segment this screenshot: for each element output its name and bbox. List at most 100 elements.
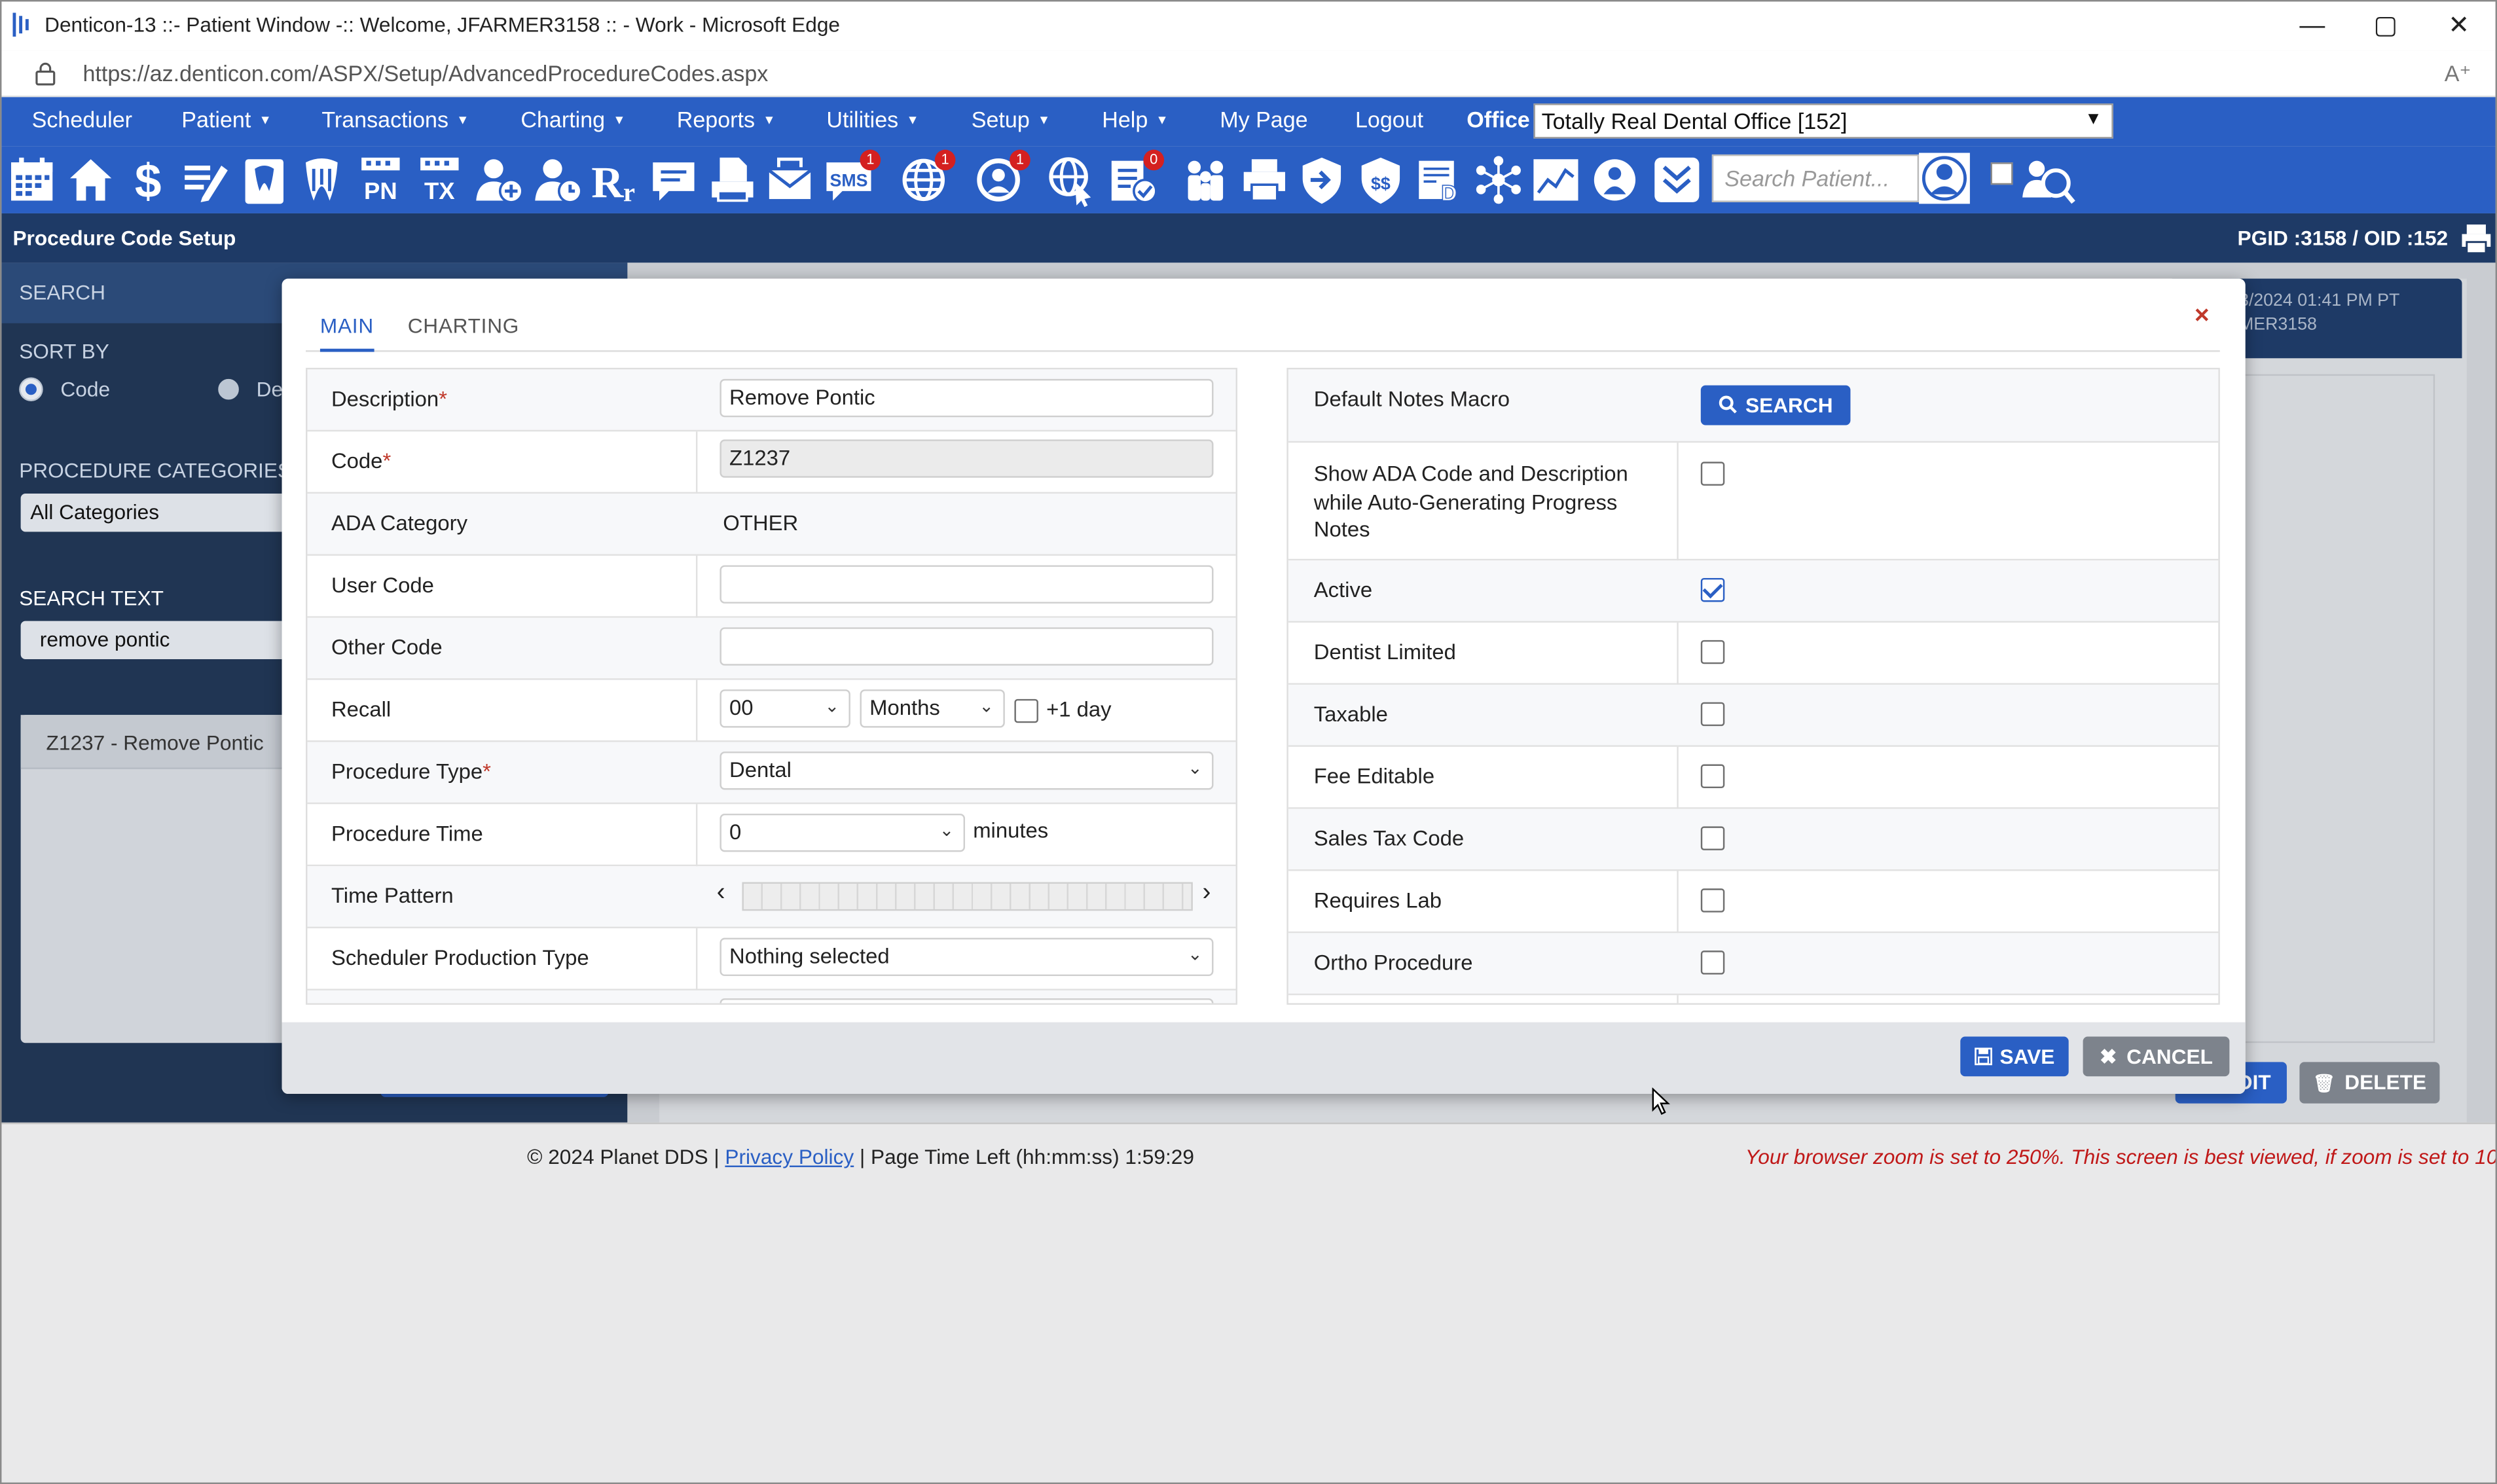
expand-icon[interactable]: [1651, 153, 1702, 208]
dollar-icon[interactable]: $: [122, 153, 173, 208]
globe-cursor-icon[interactable]: [1046, 153, 1097, 208]
sort-description-radio[interactable]: [218, 378, 239, 400]
close-icon[interactable]: ✕: [2422, 8, 2496, 46]
save-button[interactable]: SAVE: [1960, 1036, 2069, 1077]
tooth-chart-icon[interactable]: [239, 153, 290, 208]
show-ada-checkbox[interactable]: [1700, 461, 1725, 486]
ortho-procedure-checkbox[interactable]: [1700, 950, 1725, 975]
row-ada-category: ADA Category OTHER: [307, 494, 1236, 556]
patient-clock-icon[interactable]: [532, 153, 583, 208]
toolbar-checkbox[interactable]: [1990, 162, 2013, 185]
patient-search-icon[interactable]: [1919, 153, 1970, 204]
procedure-categories-select[interactable]: All Categories: [20, 494, 308, 532]
list-item[interactable]: Z1237 - Remove Pontic: [20, 715, 308, 769]
minimize-icon[interactable]: —: [2276, 8, 2349, 46]
cancel-button[interactable]: ✖ CANCEL: [2083, 1036, 2230, 1077]
row-sales-tax-code: Sales Tax Code: [1288, 808, 2219, 871]
url-text[interactable]: https://az.denticon.com/ASPX/Setup/Advan…: [82, 60, 768, 86]
menu-utilities[interactable]: Utilities ▼: [826, 107, 919, 132]
recall-unit-select[interactable]: Months ⌄: [860, 689, 1005, 728]
window-title: Denticon-13 ::- Patient Window -:: Welco…: [45, 12, 841, 37]
requires-lab-checkbox[interactable]: [1700, 888, 1725, 913]
other-code-label: Other Code: [331, 635, 443, 660]
office-select[interactable]: Totally Real Dental Office [152] ▼: [1533, 103, 2113, 139]
user-group-icon[interactable]: [1590, 153, 1641, 208]
sort-code-radio[interactable]: [20, 378, 42, 400]
recall-icon[interactable]: 1: [973, 149, 1030, 208]
procedure-time-select[interactable]: 0 ⌄: [720, 813, 966, 852]
tab-main[interactable]: MAIN: [319, 314, 374, 352]
chart-line-icon[interactable]: [1531, 153, 1582, 208]
modal-close-icon[interactable]: ×: [2195, 302, 2210, 331]
rx-icon[interactable]: Rᵣ: [589, 153, 640, 208]
menu-help[interactable]: Help ▼: [1102, 107, 1168, 132]
menu-transactions[interactable]: Transactions ▼: [321, 107, 469, 132]
network-icon[interactable]: [1473, 153, 1524, 208]
fee-editable-checkbox[interactable]: [1700, 764, 1725, 789]
menu-scheduler[interactable]: Scheduler: [32, 107, 132, 132]
caret-down-icon: ▼: [456, 113, 469, 128]
maximize-icon[interactable]: ▢: [2349, 8, 2422, 46]
dentist-limited-checkbox[interactable]: [1700, 640, 1725, 664]
print-icon[interactable]: [2459, 221, 2494, 264]
read-aloud-icon[interactable]: A⁺: [2445, 60, 2471, 87]
tab-charting[interactable]: CHARTING: [408, 314, 519, 337]
notes-macro-search-button[interactable]: SEARCH: [1700, 385, 1851, 425]
chevron-right-icon[interactable]: ›: [1202, 879, 1211, 908]
menu-my-page[interactable]: My Page: [1220, 107, 1307, 132]
recall-plus-day-checkbox[interactable]: [1014, 698, 1038, 723]
page-title: Procedure Code Setup: [12, 226, 236, 250]
ada-category-value: OTHER: [723, 511, 799, 535]
calendar-icon[interactable]: [7, 153, 58, 208]
home-icon[interactable]: [65, 153, 117, 208]
family-icon[interactable]: [1180, 153, 1231, 208]
address-bar[interactable]: https://az.denticon.com/ASPX/Setup/Advan…: [1, 50, 2496, 98]
sms-icon[interactable]: SMS 1: [824, 149, 881, 208]
tx-icon[interactable]: TX: [414, 153, 465, 208]
active-checkbox[interactable]: [1700, 577, 1725, 602]
user-code-label: User Code: [331, 573, 434, 598]
caret-down-icon: ▼: [763, 113, 776, 128]
chat-icon[interactable]: [648, 153, 699, 208]
other-code-input[interactable]: [720, 627, 1214, 666]
privacy-policy-link[interactable]: Privacy Policy: [725, 1145, 854, 1168]
insurance-icon[interactable]: $$: [1355, 153, 1406, 208]
taxable-checkbox[interactable]: [1700, 702, 1725, 727]
procedure-type-select[interactable]: Dental ⌄: [720, 751, 1214, 790]
result-item-label: Z1237 - Remove Pontic: [46, 731, 264, 755]
search-icon: [1719, 395, 1737, 414]
user-code-input[interactable]: [720, 565, 1214, 604]
scheduler-production-type-select[interactable]: Nothing selected ⌄: [720, 937, 1214, 977]
web-icon[interactable]: 1: [898, 149, 956, 208]
sales-tax-code-checkbox[interactable]: [1700, 826, 1725, 850]
shield-arrow-icon[interactable]: [1296, 153, 1347, 208]
menu-setup[interactable]: Setup ▼: [972, 107, 1050, 132]
time-pattern-label: Time Pattern: [331, 883, 454, 908]
chevron-left-icon[interactable]: ‹: [717, 879, 725, 908]
menu-patient[interactable]: Patient ▼: [181, 107, 271, 132]
printer-icon[interactable]: [1239, 153, 1290, 208]
menu-charting[interactable]: Charting ▼: [520, 107, 625, 132]
tooth-icon[interactable]: [296, 153, 347, 208]
description-input[interactable]: Remove Pontic: [720, 378, 1214, 418]
patient-search-input[interactable]: Search Patient...: [1711, 154, 1920, 202]
time-pattern-bar[interactable]: [742, 882, 1193, 911]
pn-icon[interactable]: PN: [355, 153, 406, 208]
menu-reports[interactable]: Reports ▼: [677, 107, 776, 132]
people-search-icon[interactable]: [2019, 153, 2077, 208]
mail-icon[interactable]: [765, 153, 816, 208]
menu-logout[interactable]: Logout: [1355, 107, 1423, 132]
next-field[interactable]: [720, 998, 1214, 1004]
row-time-pattern: Time Pattern ‹ ›: [307, 866, 1236, 929]
recall-plus-day-label: +1 day: [1046, 697, 1112, 721]
footer: © 2024 Planet DDS | Privacy Policy | Pag…: [1, 1122, 2496, 1483]
add-patient-icon[interactable]: [473, 153, 524, 208]
row-user-code: User Code: [307, 556, 1236, 618]
pencil-list-icon[interactable]: [180, 153, 231, 208]
search-text-input[interactable]: remove pontic: [20, 621, 308, 660]
ledger-icon[interactable]: D: [1414, 153, 1465, 208]
delete-button[interactable]: 🗑 DELETE: [2299, 1062, 2440, 1104]
print-doc-icon[interactable]: [707, 153, 758, 208]
recall-value-select[interactable]: 00 ⌄: [720, 689, 850, 728]
checklist-icon[interactable]: 0: [1107, 149, 1165, 208]
